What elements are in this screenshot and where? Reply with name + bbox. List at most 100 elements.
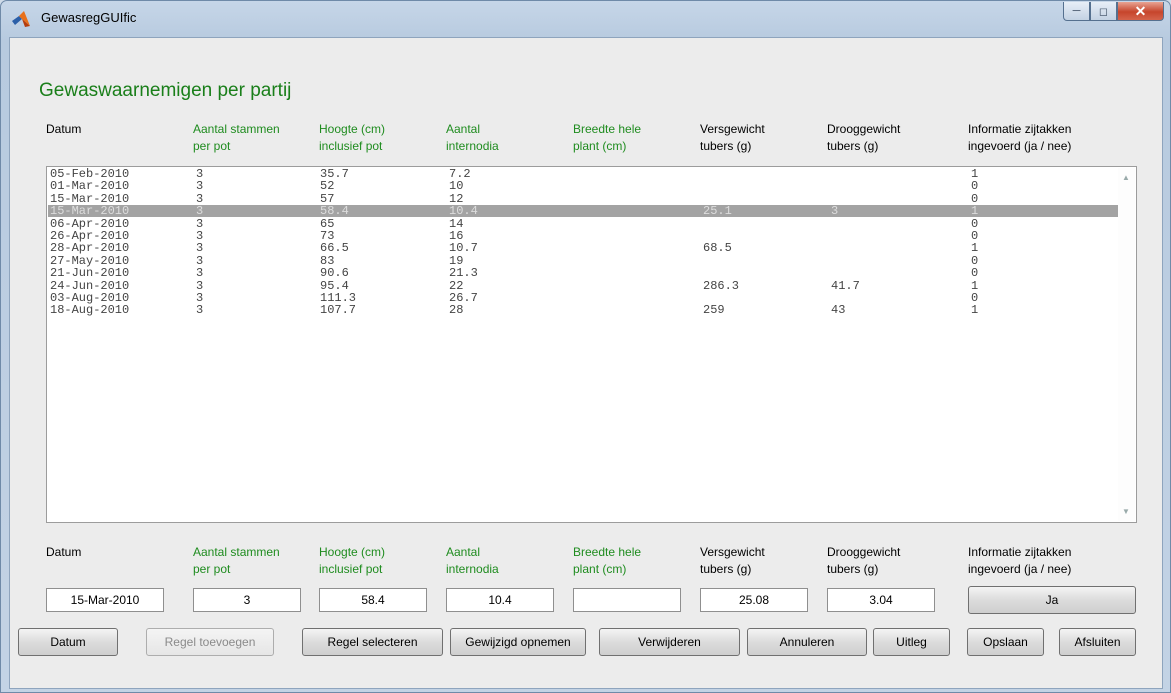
header-line-2: plant (cm) bbox=[573, 562, 627, 576]
list-cell: 43 bbox=[831, 303, 846, 318]
list-item[interactable]: 06-Apr-2010 3 65 14 0 bbox=[48, 218, 1118, 230]
list-cell: 3 bbox=[196, 291, 204, 305]
list-cell: 1 bbox=[971, 241, 979, 256]
opslaan-button[interactable]: Opslaan bbox=[967, 628, 1044, 656]
edit-header-6: Drooggewicht tubers (g) bbox=[827, 544, 900, 578]
observations-listbox[interactable]: 05-Feb-2010 3 35.7 7.2 1 01-Mar-2010 3 52 10 0 15-… bbox=[46, 166, 1137, 523]
header-line-2: internodia bbox=[446, 562, 499, 576]
list-item[interactable]: 24-Jun-2010 3 95.4 22 286.3 41.7 1 bbox=[48, 280, 1118, 292]
list-header-4: Breedte hele plant (cm) bbox=[573, 121, 641, 155]
list-cell: 25.1 bbox=[703, 204, 732, 219]
verwijderen-button[interactable]: Verwijderen bbox=[599, 628, 740, 656]
window-controls: ─ ◻ ✕ bbox=[1063, 2, 1164, 22]
list-cell: 111.3 bbox=[320, 291, 357, 305]
header-line-2: inclusief pot bbox=[319, 562, 383, 576]
list-cell: 3 bbox=[196, 253, 204, 268]
gewijzigd-opnemen-button[interactable]: Gewijzigd opnemen bbox=[450, 628, 586, 656]
list-cell: 3 bbox=[196, 278, 204, 293]
minimize-button[interactable]: ─ bbox=[1063, 2, 1090, 21]
app-window: GewasregGUIfic ─ ◻ ✕ Gewaswaarnemigen pe… bbox=[0, 0, 1171, 693]
list-cell: 24-Jun-2010 bbox=[50, 278, 130, 293]
header-line-1: Hoogte (cm) bbox=[319, 545, 386, 559]
list-cell: 57 bbox=[320, 191, 335, 206]
header-line-2: inclusief pot bbox=[319, 139, 383, 153]
edit-header-4: Breedte hele plant (cm) bbox=[573, 544, 641, 578]
list-cell: 1 bbox=[971, 278, 979, 293]
list-cell: 05-Feb-2010 bbox=[50, 167, 130, 181]
list-cell: 52 bbox=[320, 179, 335, 194]
drooggewicht-field[interactable]: 3.04 bbox=[827, 588, 935, 612]
regel-selecteren-button[interactable]: Regel selecteren bbox=[302, 628, 443, 656]
close-button[interactable]: ✕ bbox=[1117, 2, 1164, 21]
datum-field[interactable]: 15-Mar-2010 bbox=[46, 588, 164, 612]
list-item[interactable]: 15-Mar-2010 3 57 12 0 bbox=[48, 193, 1118, 205]
header-line-2: plant (cm) bbox=[573, 139, 627, 153]
header-line-1: Drooggewicht bbox=[827, 122, 901, 136]
list-cell: 26.7 bbox=[449, 291, 478, 305]
list-header-0: Datum bbox=[46, 121, 81, 138]
list-cell: 41.7 bbox=[831, 278, 860, 293]
header-line-2: tubers (g) bbox=[700, 139, 752, 153]
header-line-2: ingevoerd (ja / nee) bbox=[968, 562, 1072, 576]
scroll-down-icon[interactable]: ▼ bbox=[1122, 507, 1130, 516]
list-item[interactable]: 27-May-2010 3 83 19 0 bbox=[48, 255, 1118, 267]
title-bar: GewasregGUIfic ─ ◻ ✕ bbox=[1, 1, 1170, 35]
header-line-1: Drooggewicht bbox=[827, 545, 901, 559]
list-cell: 3 bbox=[831, 204, 839, 219]
annuleren-button[interactable]: Annuleren bbox=[747, 628, 867, 656]
list-header-3: Aantal internodia bbox=[446, 121, 499, 155]
header-line-1: Breedte hele bbox=[573, 545, 642, 559]
list-cell: 286.3 bbox=[703, 278, 740, 293]
list-cell: 3 bbox=[196, 167, 204, 181]
list-cell: 28 bbox=[449, 303, 464, 318]
list-item[interactable]: 05-Feb-2010 3 35.7 7.2 1 bbox=[48, 168, 1118, 180]
list-cell: 16 bbox=[449, 229, 464, 243]
datum-button[interactable]: Datum bbox=[18, 628, 118, 656]
list-cell: 19 bbox=[449, 253, 464, 268]
close-icon: ✕ bbox=[1134, 2, 1147, 19]
header-line-1: Aantal bbox=[446, 122, 481, 136]
list-item[interactable]: 03-Aug-2010 3 111.3 26.7 0 bbox=[48, 292, 1118, 304]
list-item[interactable]: 28-Apr-2010 3 66.5 10.7 68.5 1 bbox=[48, 242, 1118, 254]
list-header-2: Hoogte (cm) inclusief pot bbox=[319, 121, 385, 155]
uitleg-button[interactable]: Uitleg bbox=[873, 628, 950, 656]
scroll-up-icon[interactable]: ▲ bbox=[1122, 173, 1130, 182]
list-cell: 3 bbox=[196, 216, 204, 231]
header-line-2: Datum bbox=[46, 545, 82, 559]
list-item[interactable]: 26-Apr-2010 3 73 16 0 bbox=[48, 230, 1118, 242]
header-line-1: Versgewicht bbox=[700, 122, 765, 136]
edit-header-5: Versgewicht tubers (g) bbox=[700, 544, 765, 578]
list-item[interactable]: 18-Aug-2010 3 107.7 28 259 43 1 bbox=[48, 304, 1118, 316]
edit-header-3: Aantal internodia bbox=[446, 544, 499, 578]
header-line-1: Aantal bbox=[446, 545, 481, 559]
list-cell: 27-May-2010 bbox=[50, 253, 130, 268]
header-line-1: Versgewicht bbox=[700, 545, 765, 559]
header-line-2: ingevoerd (ja / nee) bbox=[968, 139, 1072, 153]
list-cell: 259 bbox=[703, 303, 725, 318]
hoogte-field[interactable]: 58.4 bbox=[319, 588, 427, 612]
vertical-scrollbar[interactable]: ▲ ▼ bbox=[1118, 168, 1135, 521]
breedte-field[interactable] bbox=[573, 588, 681, 612]
list-item[interactable]: 01-Mar-2010 3 52 10 0 bbox=[48, 180, 1118, 192]
list-cell: 68.5 bbox=[703, 241, 732, 256]
internodia-field[interactable]: 10.4 bbox=[446, 588, 554, 612]
afsluiten-button[interactable]: Afsluiten bbox=[1059, 628, 1136, 656]
regel-toevoegen-button[interactable]: Regel toevoegen bbox=[146, 628, 274, 656]
zijtakken-toggle-button[interactable]: Ja bbox=[968, 586, 1136, 614]
stammen-field[interactable]: 3 bbox=[193, 588, 301, 612]
versgewicht-field[interactable]: 25.08 bbox=[700, 588, 808, 612]
list-cell: 3 bbox=[196, 179, 204, 194]
header-line-2: per pot bbox=[193, 139, 231, 153]
maximize-button[interactable]: ◻ bbox=[1090, 2, 1117, 21]
list-cell: 0 bbox=[971, 216, 979, 231]
list-cell: 58.4 bbox=[320, 204, 349, 219]
list-cell: 15-Mar-2010 bbox=[50, 191, 130, 206]
header-line-1: Breedte hele bbox=[573, 122, 642, 136]
list-cell: 83 bbox=[320, 253, 335, 268]
list-item[interactable]: 21-Jun-2010 3 90.6 21.3 0 bbox=[48, 267, 1118, 279]
list-cell: 21-Jun-2010 bbox=[50, 266, 130, 281]
list-cell: 3 bbox=[196, 241, 204, 256]
window-title: GewasregGUIfic bbox=[41, 10, 137, 25]
list-cell: 06-Apr-2010 bbox=[50, 216, 130, 231]
list-item[interactable]: 15-Mar-2010 3 58.4 10.4 25.1 3 1 bbox=[48, 204, 1118, 219]
